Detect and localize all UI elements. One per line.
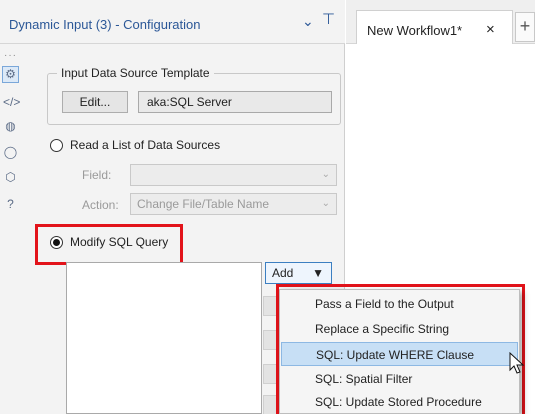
mouse-pointer-icon bbox=[509, 352, 525, 374]
add-button[interactable]: Add ▼ bbox=[265, 262, 332, 284]
template-legend: Input Data Source Template bbox=[57, 66, 214, 80]
modify-sql-label: Modify SQL Query bbox=[70, 235, 169, 249]
close-icon[interactable]: × bbox=[486, 21, 495, 38]
read-list-radio[interactable] bbox=[50, 139, 63, 152]
chevron-down-icon: ⌄ bbox=[321, 198, 330, 209]
code-icon[interactable]: </> bbox=[3, 95, 20, 110]
menu-item-replace-string[interactable]: Replace a Specific String bbox=[280, 317, 519, 341]
annotation-icon[interactable]: ◍ bbox=[3, 119, 18, 134]
action-select-value: Change File/Table Name bbox=[137, 197, 270, 211]
help-icon[interactable]: ? bbox=[3, 197, 18, 212]
edit-button[interactable]: Edit... bbox=[62, 91, 128, 113]
add-dropdown-menu: Pass a Field to the Output Replace a Spe… bbox=[279, 289, 520, 414]
tab-label: New Workflow1* bbox=[367, 23, 463, 38]
tab-new-workflow[interactable]: New Workflow1* × bbox=[356, 10, 513, 44]
read-list-label: Read a List of Data Sources bbox=[70, 138, 221, 152]
list-button-stub bbox=[263, 330, 277, 350]
menu-item-pass-field[interactable]: Pass a Field to the Output bbox=[280, 292, 519, 316]
sql-modification-list[interactable] bbox=[66, 262, 262, 414]
list-button-stub bbox=[263, 395, 277, 414]
menu-item-spatial-filter[interactable]: SQL: Spatial Filter bbox=[280, 367, 519, 391]
modify-sql-radio[interactable] bbox=[50, 236, 63, 249]
dropdown-arrow-icon: ▼ bbox=[312, 266, 324, 280]
menu-item-update-where[interactable]: SQL: Update WHERE Clause bbox=[281, 342, 518, 366]
tag-icon[interactable]: ◯ bbox=[3, 145, 18, 160]
tab-bar: New Workflow1* × + bbox=[346, 0, 535, 44]
cube-icon[interactable]: ⬡ bbox=[3, 170, 18, 185]
pin-icon[interactable]: ⊤ bbox=[322, 10, 335, 28]
list-button-stub bbox=[263, 296, 277, 316]
add-button-label: Add bbox=[272, 266, 294, 280]
list-button-stub bbox=[263, 364, 277, 384]
field-select[interactable]: ⌄ bbox=[130, 164, 337, 186]
chevron-down-icon[interactable]: ⌄ bbox=[302, 13, 314, 30]
more-dots-icon: ··· bbox=[4, 50, 17, 61]
gear-icon[interactable]: ⚙ bbox=[2, 66, 19, 83]
field-label: Field: bbox=[82, 168, 112, 182]
data-source-field: aka:SQL Server bbox=[138, 91, 332, 113]
action-select[interactable]: Change File/Table Name ⌄ bbox=[130, 193, 337, 215]
panel-header: Dynamic Input (3) - Configuration ⌄ ⊤ bbox=[0, 0, 345, 44]
action-label: Action: bbox=[82, 198, 119, 212]
new-tab-button[interactable]: + bbox=[515, 12, 535, 42]
panel-title: Dynamic Input (3) - Configuration bbox=[9, 17, 201, 32]
menu-item-update-stored-procedure[interactable]: SQL: Update Stored Procedure bbox=[280, 390, 519, 414]
chevron-down-icon: ⌄ bbox=[321, 169, 330, 180]
